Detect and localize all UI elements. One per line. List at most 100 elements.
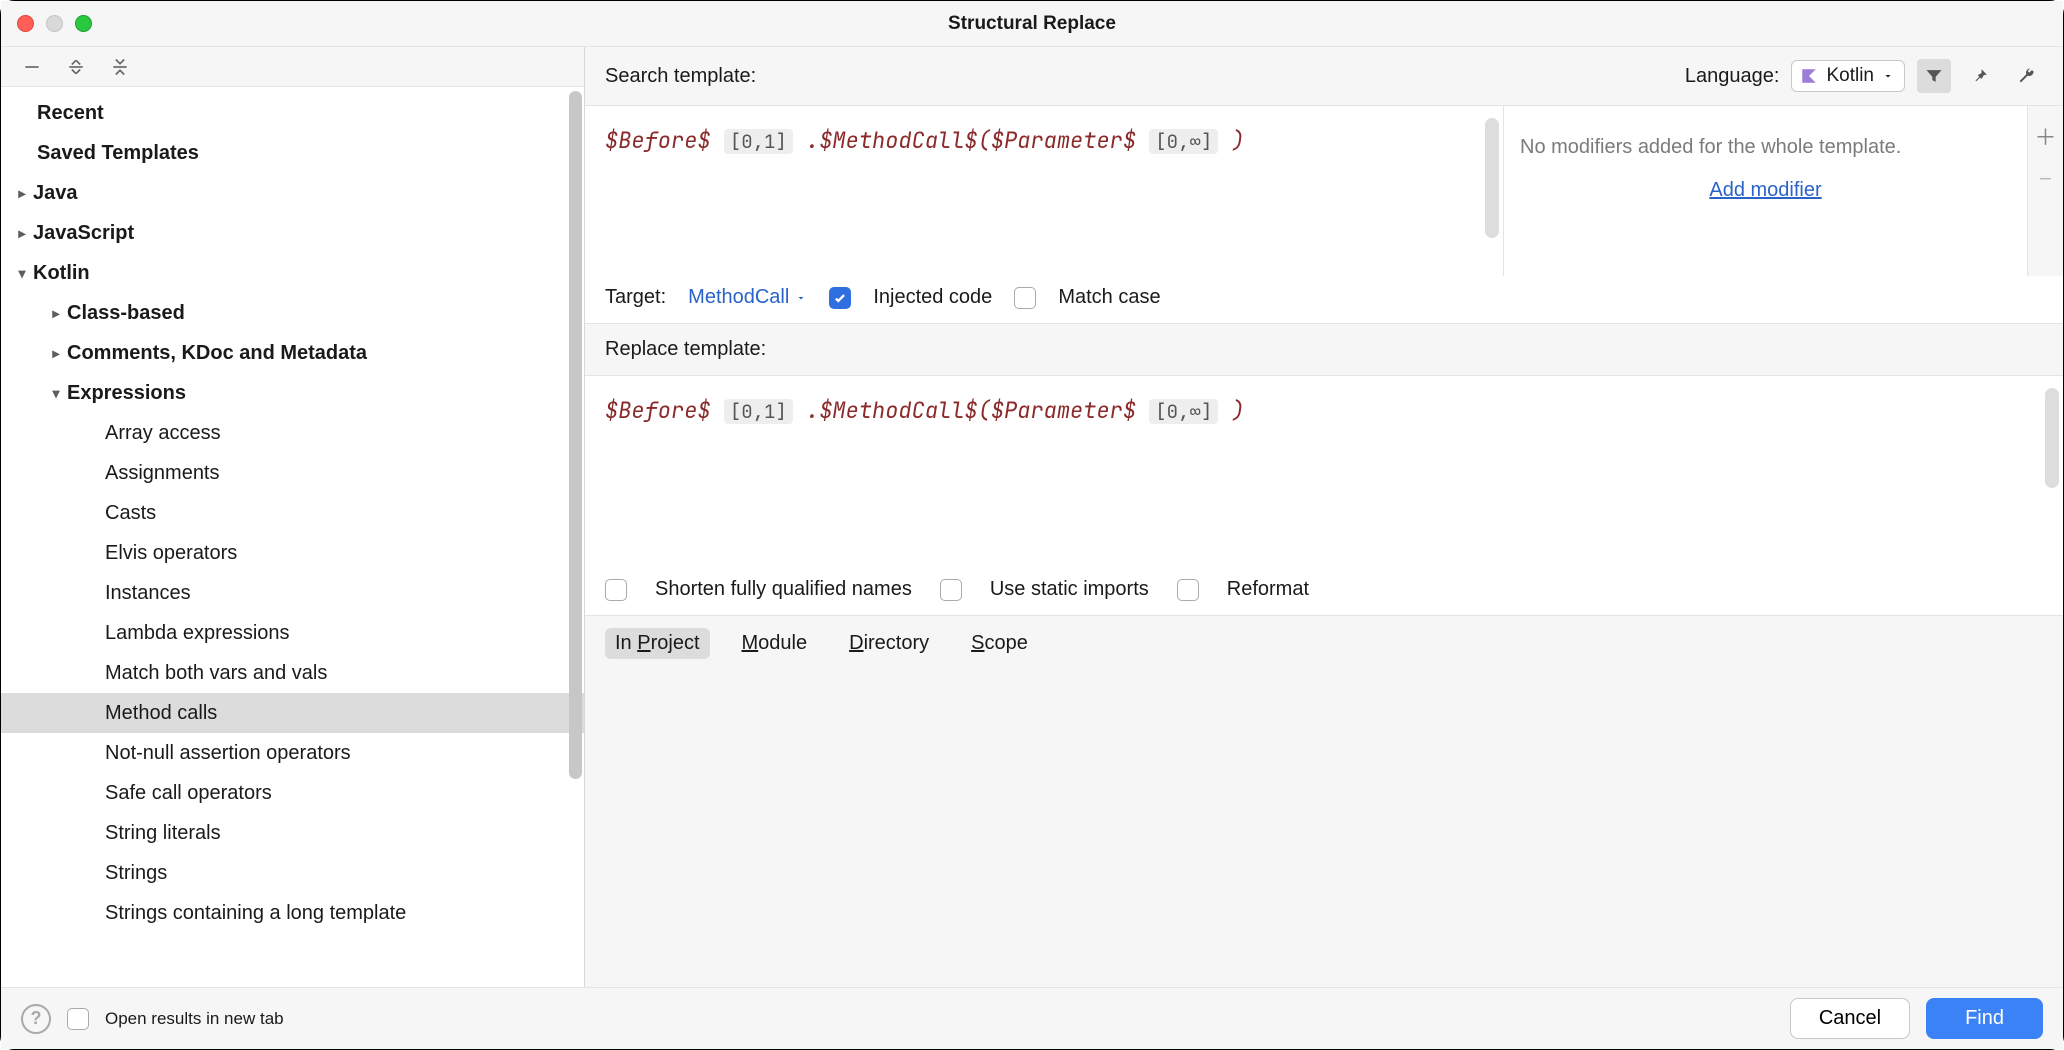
scope-scope[interactable]: Scope — [961, 628, 1038, 659]
scope-bar: In Project Module Directory Scope — [585, 615, 2063, 671]
tree-item-array-access[interactable]: Array access — [1, 413, 584, 453]
shorten-fqn-checkbox[interactable] — [605, 579, 627, 601]
find-button[interactable]: Find — [1926, 998, 2043, 1039]
tree-item-assignments[interactable]: Assignments — [1, 453, 584, 493]
tree-item-match-both-vars-and-vals[interactable]: Match both vars and vals — [1, 653, 584, 693]
search-options: Target: MethodCall Injected code Match c… — [585, 276, 2063, 323]
chevron-right-icon[interactable]: ▸ — [11, 225, 33, 242]
replace-options: Shorten fully qualified names Use static… — [585, 566, 2063, 615]
tree-item-label: Assignments — [105, 462, 220, 485]
target-combo[interactable]: MethodCall — [688, 286, 807, 309]
tree-item-comments-kdoc-and-metadata[interactable]: ▸Comments, KDoc and Metadata — [1, 333, 584, 373]
right-panel: Search template: Language: Kotlin — [585, 47, 2063, 987]
window-traffic-lights — [17, 15, 92, 32]
tree-item-label: Safe call operators — [105, 782, 272, 805]
chevron-down-icon — [1882, 70, 1894, 82]
replace-header-label: Replace template: — [585, 323, 2063, 376]
editor-scrollbar[interactable] — [1485, 118, 1499, 238]
tree-item-string-literals[interactable]: String literals — [1, 813, 584, 853]
tree-item-expressions[interactable]: ▾Expressions — [1, 373, 584, 413]
language-combo[interactable]: Kotlin — [1791, 60, 1905, 92]
cancel-button[interactable]: Cancel — [1790, 998, 1910, 1039]
tree-item-label: Java — [33, 182, 78, 205]
tree-item-label: Saved Templates — [37, 142, 199, 165]
chevron-right-icon[interactable]: ▸ — [11, 185, 33, 202]
minimize-window-icon[interactable] — [46, 15, 63, 32]
tree-item-label: Array access — [105, 422, 221, 445]
kotlin-icon — [1800, 67, 1818, 85]
chevron-down-icon[interactable]: ▾ — [11, 265, 33, 282]
tree-item-label: Comments, KDoc and Metadata — [67, 342, 367, 365]
pin-icon[interactable] — [1963, 59, 1997, 93]
tree-item-instances[interactable]: Instances — [1, 573, 584, 613]
tree-item-strings[interactable]: Strings — [1, 853, 584, 893]
tree-item-label: Recent — [37, 102, 104, 125]
open-in-new-tab-checkbox[interactable] — [67, 1008, 89, 1030]
tree-item-label: String literals — [105, 822, 221, 845]
expand-all-icon[interactable] — [65, 56, 87, 78]
filter-icon[interactable] — [1917, 59, 1951, 93]
chevron-down-icon[interactable]: ▾ — [45, 385, 67, 402]
static-imports-checkbox[interactable] — [940, 579, 962, 601]
tree-item-kotlin[interactable]: ▾Kotlin — [1, 253, 584, 293]
tree-item-label: JavaScript — [33, 222, 134, 245]
dialog-footer: ? Open results in new tab Cancel Find — [1, 987, 2063, 1049]
modifiers-empty-text: No modifiers added for the whole templat… — [1504, 106, 2027, 167]
tree-item-label: Method calls — [105, 702, 217, 725]
tree-item-elvis-operators[interactable]: Elvis operators — [1, 533, 584, 573]
language-label: Language: — [1685, 65, 1780, 88]
match-case-checkbox[interactable] — [1014, 287, 1036, 309]
template-tree-panel: RecentSaved Templates▸Java▸JavaScript▾Ko… — [1, 47, 585, 987]
shorten-fqn-label: Shorten fully qualified names — [655, 578, 912, 601]
chevron-right-icon[interactable]: ▸ — [45, 305, 67, 322]
tree-item-label: Elvis operators — [105, 542, 237, 565]
tree-item-label: Expressions — [67, 382, 186, 405]
open-in-new-tab-label: Open results in new tab — [105, 1009, 284, 1029]
tree-item-label: Instances — [105, 582, 191, 605]
tree-item-recent[interactable]: Recent — [1, 93, 584, 133]
injected-code-checkbox[interactable] — [829, 287, 851, 309]
tree-item-casts[interactable]: Casts — [1, 493, 584, 533]
tree-item-label: Lambda expressions — [105, 622, 290, 645]
language-value: Kotlin — [1826, 65, 1874, 87]
editor-scrollbar[interactable] — [2045, 388, 2059, 488]
window-title: Structural Replace — [1, 13, 2063, 35]
tree-item-strings-containing-a-long-template[interactable]: Strings containing a long template — [1, 893, 584, 933]
reformat-label: Reformat — [1227, 578, 1309, 601]
chevron-right-icon[interactable]: ▸ — [45, 345, 67, 362]
scope-module[interactable]: Module — [732, 628, 818, 659]
reformat-checkbox[interactable] — [1177, 579, 1199, 601]
replace-template-editor[interactable]: $Before$ [0,1] .$MethodCall$($Parameter$… — [585, 376, 2063, 566]
tree-item-label: Kotlin — [33, 262, 90, 285]
close-window-icon[interactable] — [17, 15, 34, 32]
wrench-icon[interactable] — [2009, 59, 2043, 93]
tree-item-javascript[interactable]: ▸JavaScript — [1, 213, 584, 253]
add-modifier-icon[interactable]: ＋ — [2034, 120, 2056, 152]
scope-in-project[interactable]: In Project — [605, 628, 710, 659]
tree-item-saved-templates[interactable]: Saved Templates — [1, 133, 584, 173]
search-header: Search template: Language: Kotlin — [585, 47, 2063, 106]
injected-code-label: Injected code — [873, 286, 992, 309]
add-modifier-link[interactable]: Add modifier — [1504, 179, 2027, 202]
tree-item-label: Not-null assertion operators — [105, 742, 351, 765]
tree-item-class-based[interactable]: ▸Class-based — [1, 293, 584, 333]
zoom-window-icon[interactable] — [75, 15, 92, 32]
collapse-icon[interactable] — [21, 56, 43, 78]
help-icon[interactable]: ? — [21, 1004, 51, 1034]
tree-item-safe-call-operators[interactable]: Safe call operators — [1, 773, 584, 813]
tree-item-label: Class-based — [67, 302, 185, 325]
tree-item-method-calls[interactable]: Method calls — [1, 693, 584, 733]
collapse-all-icon[interactable] — [109, 56, 131, 78]
modifiers-panel: No modifiers added for the whole templat… — [1503, 106, 2063, 276]
scope-directory[interactable]: Directory — [839, 628, 939, 659]
tree-item-lambda-expressions[interactable]: Lambda expressions — [1, 613, 584, 653]
tree-item-label: Match both vars and vals — [105, 662, 327, 685]
tree-item-not-null-assertion-operators[interactable]: Not-null assertion operators — [1, 733, 584, 773]
remove-modifier-icon[interactable]: − — [2039, 166, 2052, 192]
tree-item-java[interactable]: ▸Java — [1, 173, 584, 213]
tree-scrollbar[interactable] — [569, 91, 582, 973]
search-template-editor[interactable]: $Before$ [0,1] .$MethodCall$($Parameter$… — [585, 106, 1503, 276]
template-tree[interactable]: RecentSaved Templates▸Java▸JavaScript▾Ko… — [1, 87, 584, 987]
static-imports-label: Use static imports — [990, 578, 1149, 601]
chevron-down-icon — [795, 292, 807, 304]
